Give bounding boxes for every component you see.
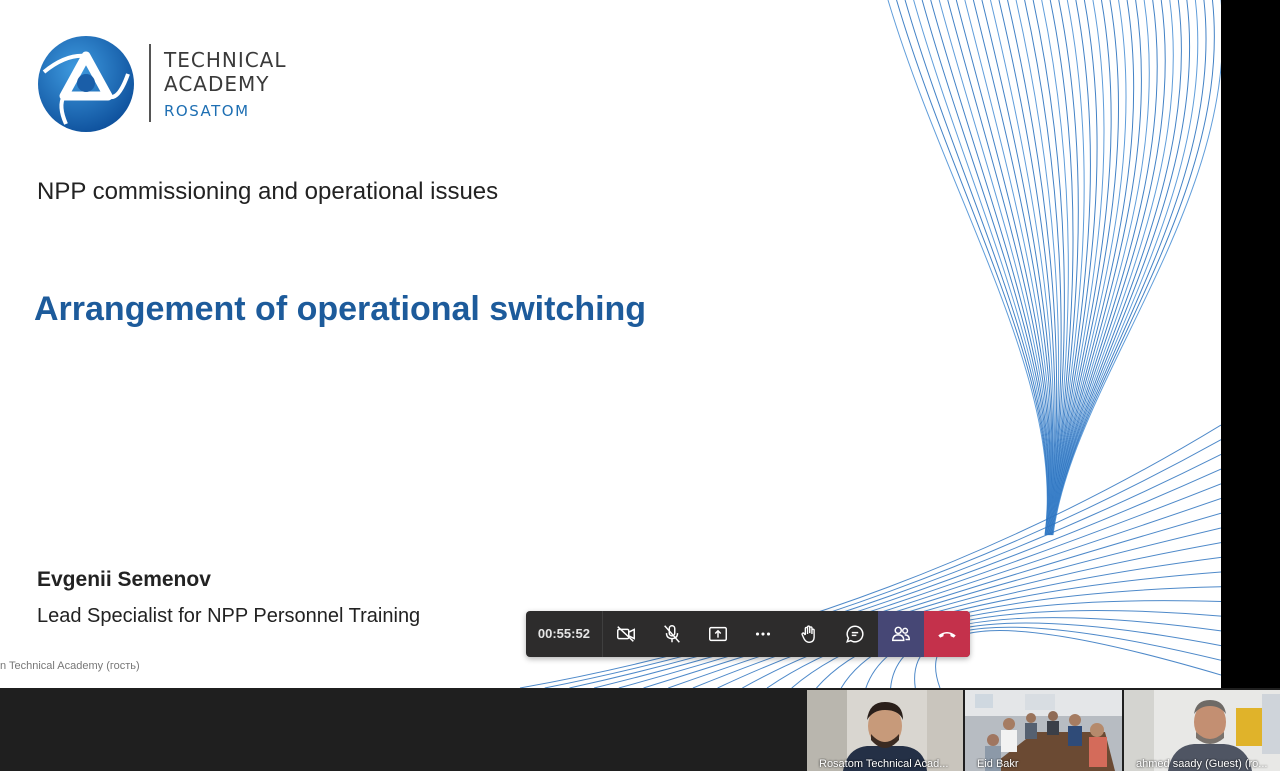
more-options-icon xyxy=(756,632,771,636)
participant-name: Eid Bakr xyxy=(977,758,1019,770)
speaker-role: Lead Specialist for NPP Personnel Traini… xyxy=(37,605,421,627)
right-edge-strip xyxy=(1221,0,1280,688)
logo-text-line1: TECHNICAL xyxy=(164,48,287,72)
participants-button[interactable] xyxy=(878,611,925,657)
participant-tile[interactable]: Eid Bakr xyxy=(965,690,1122,771)
mic-toggle-button[interactable] xyxy=(649,611,695,657)
slide-subtitle: NPP commissioning and operational issues xyxy=(37,178,499,205)
call-toolbar: 00:55:52 xyxy=(526,611,970,657)
camera-off-icon xyxy=(616,626,635,642)
share-screen-icon xyxy=(708,626,727,642)
shared-presentation-slide: TECHNICAL ACADEMY ROSATOM NPP commission… xyxy=(0,0,1221,688)
share-screen-button[interactable] xyxy=(695,611,741,657)
call-timer: 00:55:52 xyxy=(526,611,603,657)
presenter-label: n Technical Academy (гость) xyxy=(0,660,140,672)
participants-icon xyxy=(892,626,911,642)
raise-hand-button[interactable] xyxy=(786,611,832,657)
chat-button[interactable] xyxy=(832,611,878,657)
speaker-name: Evgenii Semenov xyxy=(37,568,211,591)
camera-toggle-button[interactable] xyxy=(603,611,649,657)
mic-off-icon xyxy=(663,625,680,643)
hang-up-button[interactable] xyxy=(924,611,970,657)
participant-tile[interactable]: Rosatom Technical Acad... xyxy=(807,690,963,771)
logo-text-line2: ACADEMY xyxy=(164,72,270,96)
participant-name: ahmed saady (Guest) (ro... xyxy=(1136,758,1268,770)
participant-tile[interactable]: ahmed saady (Guest) (ro... xyxy=(1124,690,1280,771)
logo-text-line3: ROSATOM xyxy=(164,102,250,120)
rosatom-logo-icon xyxy=(38,36,134,132)
participant-name: Rosatom Technical Acad... xyxy=(819,758,949,770)
chat-icon xyxy=(846,625,864,643)
raise-hand-icon xyxy=(801,625,816,643)
more-options-button[interactable] xyxy=(741,611,787,657)
logo-divider xyxy=(149,44,151,122)
hang-up-icon xyxy=(938,631,956,638)
slide-title: Arrangement of operational switching xyxy=(34,290,647,328)
